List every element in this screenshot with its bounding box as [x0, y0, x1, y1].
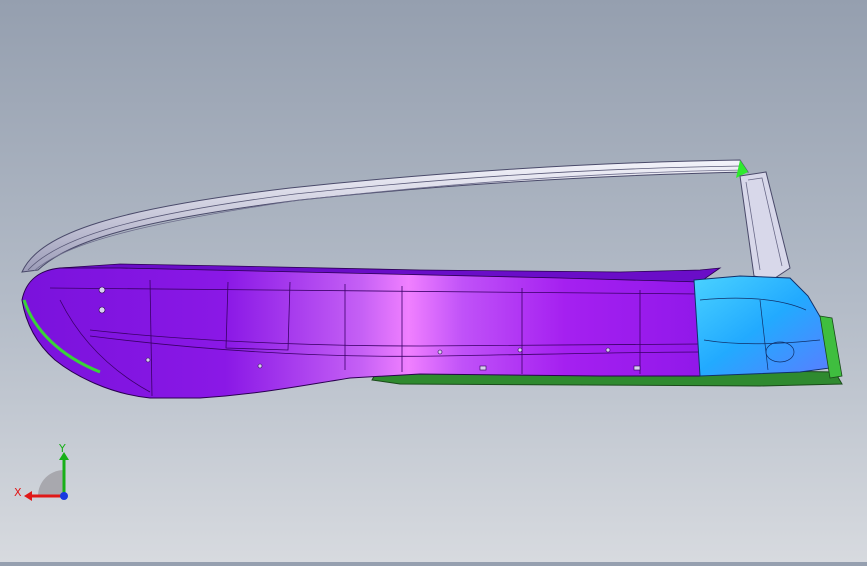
coordinate-triad: Y X	[10, 440, 80, 510]
window-frame	[21, 159, 791, 281]
y-axis-label: Y	[58, 442, 66, 455]
x-axis-label: X	[14, 486, 22, 499]
3d-model-viewport[interactable]: Y X	[0, 0, 867, 562]
door-hinge-section	[693, 275, 831, 377]
model-canvas[interactable]	[0, 0, 867, 562]
z-axis-icon	[60, 492, 68, 500]
triad-plane-icon	[38, 470, 64, 496]
